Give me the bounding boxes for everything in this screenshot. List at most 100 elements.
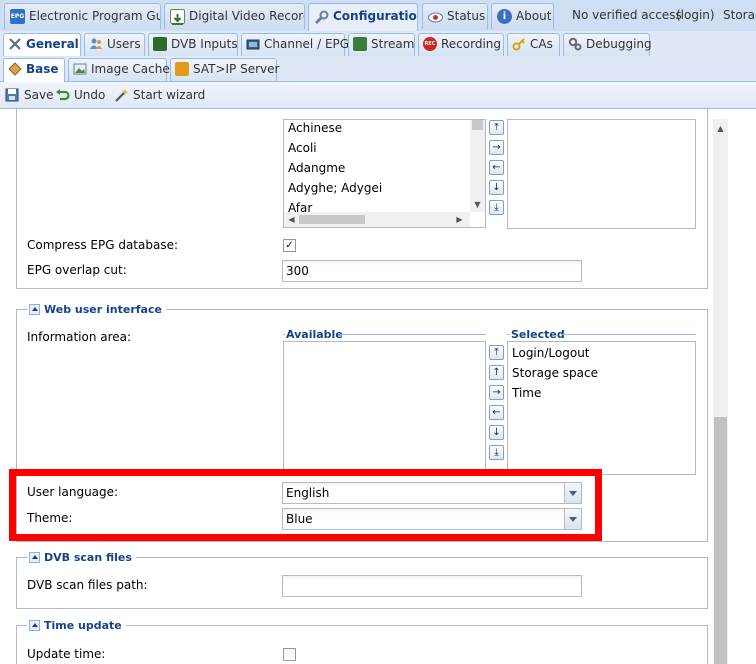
list-item[interactable]: Achinese (288, 121, 342, 135)
tab-stream[interactable]: Stream (348, 33, 415, 56)
epg-selected-language-list[interactable] (507, 119, 696, 229)
tab-label: Stream (371, 37, 415, 51)
tab-cas[interactable]: CAs (507, 33, 560, 56)
config-tab-bar: General Users DVB Inputs Channel / EPG S… (0, 31, 756, 57)
save-icon (5, 88, 20, 102)
tab-users[interactable]: Users (84, 33, 145, 56)
base-icon (8, 62, 22, 76)
rec-icon: REC (423, 37, 437, 51)
tab-base[interactable]: Base (3, 58, 65, 82)
header-divider (340, 334, 486, 335)
move-top-icon[interactable]: ⤒ (489, 345, 504, 360)
header-divider (283, 334, 285, 335)
update-time-checkbox[interactable] (283, 648, 296, 661)
scroll-left-icon[interactable]: ◀ (284, 212, 299, 227)
selected-list[interactable]: Login/Logout Storage space Time (507, 341, 696, 475)
dvb-scan-path-label: DVB scan files path: (27, 578, 148, 592)
tab-label: Channel / EPG (264, 37, 350, 51)
move-down-icon[interactable]: ↓ (489, 180, 504, 195)
general-tab-bar: Base Image Cache SAT>IP Server (0, 56, 756, 82)
collapse-icon[interactable] (29, 620, 40, 631)
move-left-icon[interactable]: ← (489, 160, 504, 175)
list-item[interactable]: Adyghe; Adygei (288, 181, 382, 195)
dvb-scan-path-input[interactable] (282, 575, 582, 597)
move-bottom-icon[interactable]: ⤓ (489, 200, 504, 215)
selected-header: Selected (511, 328, 565, 341)
start-wizard-button[interactable]: Start wizard (114, 86, 205, 104)
move-down-icon[interactable]: ↓ (489, 425, 504, 440)
time-update-legend[interactable]: Time update (27, 618, 126, 633)
toolbar: Save Undo Start wizard (0, 82, 756, 109)
legend-text: DVB scan files (44, 551, 132, 564)
tab-epg[interactable]: EPG Electronic Program Guide (4, 3, 161, 29)
tab-recording[interactable]: REC Recording (418, 33, 504, 56)
page-scrollbar[interactable]: ▲ (713, 119, 728, 664)
scroll-up-icon[interactable]: ▲ (713, 121, 728, 136)
tools-icon (8, 37, 22, 51)
settings-form: Achinese Acoli Adangme Adyghe; Adygei Af… (0, 109, 756, 664)
scroll-thumb[interactable] (299, 215, 365, 224)
tab-label: Debugging (586, 37, 652, 51)
tab-status[interactable]: Status (422, 3, 488, 29)
login-link[interactable]: (login) (676, 3, 715, 29)
save-label: Save (24, 88, 54, 102)
key-icon (512, 37, 526, 51)
compress-epg-checkbox[interactable]: ✓ (283, 239, 296, 252)
main-tab-bar: EPG Electronic Program Guide Digital Vid… (0, 0, 756, 32)
epg-overlap-input[interactable]: 300 (282, 260, 582, 282)
collapse-icon[interactable] (29, 552, 40, 563)
undo-label: Undo (74, 88, 106, 102)
scroll-right-icon[interactable]: ▶ (452, 212, 467, 227)
undo-button[interactable]: Undo (55, 86, 105, 104)
tab-image-cache[interactable]: Image Cache (68, 58, 170, 81)
image-icon (73, 62, 87, 76)
wizard-label: Start wizard (133, 88, 206, 102)
tab-label: General (26, 37, 79, 51)
epg-overlap-label: EPG overlap cut: (27, 263, 127, 277)
move-right-icon[interactable]: → (489, 385, 504, 400)
epg-icon: EPG (10, 9, 25, 24)
collapse-icon[interactable] (29, 304, 40, 315)
move-left-icon[interactable]: ← (489, 405, 504, 420)
tab-channel-epg[interactable]: Channel / EPG (241, 33, 349, 56)
move-top-icon[interactable]: ⤒ (489, 120, 504, 135)
move-up-icon[interactable]: ↑ (489, 365, 504, 380)
tab-label: Electronic Program Guide (29, 9, 160, 23)
wand-icon (114, 88, 129, 102)
list-horizontal-scrollbar[interactable]: ◀ ▶ (284, 212, 470, 227)
time-update-fieldset: Time update (16, 618, 708, 664)
tab-configuration[interactable]: Configuration (308, 3, 418, 31)
available-header: Available (286, 328, 343, 341)
list-item[interactable]: Time (512, 386, 541, 400)
tab-dvb-inputs[interactable]: DVB Inputs (148, 33, 238, 56)
dvb-scan-legend[interactable]: DVB scan files (27, 550, 136, 565)
move-bottom-icon[interactable]: ⤓ (489, 445, 504, 460)
scroll-down-icon[interactable]: ▼ (470, 197, 485, 212)
information-area-label: Information area: (27, 330, 132, 344)
tab-label: About (516, 9, 552, 23)
list-item[interactable]: Login/Logout (512, 346, 590, 360)
scroll-thumb[interactable] (714, 417, 727, 664)
move-right-icon[interactable]: → (489, 140, 504, 155)
web-ui-legend[interactable]: Web user interface (27, 302, 166, 317)
save-button[interactable]: Save (5, 86, 53, 104)
epg-language-list[interactable]: Achinese Acoli Adangme Adyghe; Adygei Af… (283, 119, 486, 228)
header-divider (561, 334, 696, 335)
list-item[interactable]: Adangme (288, 161, 345, 175)
list-item[interactable]: Acoli (288, 141, 317, 155)
available-list[interactable] (283, 341, 486, 475)
tab-satip-server[interactable]: SAT>IP Server (170, 58, 279, 81)
tab-general[interactable]: General (3, 33, 81, 57)
tab-label: Recording (441, 37, 502, 51)
tab-label: CAs (530, 37, 553, 51)
legend-text: Web user interface (44, 303, 162, 316)
tab-label: Status (447, 9, 486, 23)
scroll-thumb[interactable] (472, 120, 483, 130)
list-item[interactable]: Storage space (512, 366, 598, 380)
tab-about[interactable]: i About (491, 3, 554, 29)
download-icon (170, 9, 185, 25)
stream-icon (353, 37, 367, 51)
tab-debugging[interactable]: Debugging (563, 33, 652, 56)
list-vertical-scrollbar[interactable]: ▼ (470, 120, 485, 212)
tab-dvr[interactable]: Digital Video Recorder (164, 3, 305, 29)
